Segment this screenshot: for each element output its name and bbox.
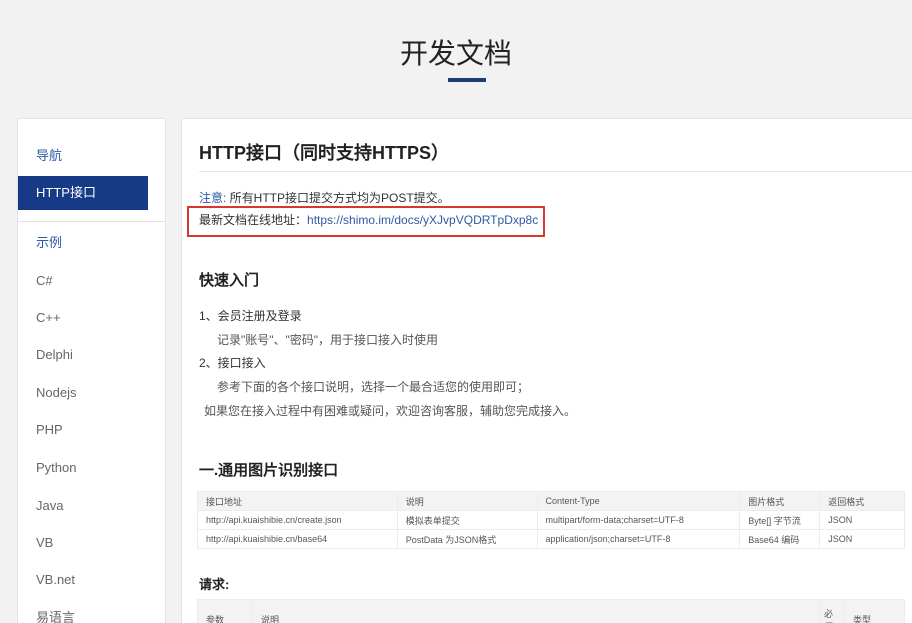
main-content: HTTP接口（同时支持HTTPS） 注意: 所有HTTP接口提交方式均为POST… (181, 118, 912, 623)
sidebar-item-delphi[interactable]: Delphi (18, 338, 165, 372)
sidebar-item-http-api[interactable]: HTTP接口 (18, 176, 148, 210)
table-cell: PostData 为JSON格式 (396, 529, 538, 549)
table-cell: JSON (819, 510, 905, 530)
step2-detail-1: 参考下面的各个接口说明，选择一个最合适您的使用即可； (217, 380, 530, 394)
step1-title: 1、会员注册及登录 (199, 309, 302, 323)
table-header: 说明 (396, 491, 538, 511)
table-cell: Byte[] 字节流 (739, 510, 821, 530)
step1-detail: 记录"账号"、"密码"，用于接口接入时使用 (217, 333, 439, 347)
request-heading: 请求: (199, 577, 230, 592)
quickstart-heading: 快速入门 (199, 272, 260, 289)
title-underline (448, 78, 486, 82)
step2-title: 2、接口接入 (199, 356, 266, 370)
table-header: 参数 (197, 599, 253, 623)
notice-text: 所有HTTP接口提交方式均为POST提交。 (226, 191, 450, 205)
notice: 注意: 所有HTTP接口提交方式均为POST提交。 (199, 189, 450, 206)
table-cell: http://api.kuaishibie.cn/base64 (197, 529, 398, 549)
sidebar-item-cpp[interactable]: C++ (18, 301, 165, 335)
sidebar: 导航 HTTP接口 示例 C# C++ Delphi Nodejs PHP Py… (17, 118, 166, 623)
sidebar-item-vb[interactable]: VB (18, 526, 165, 560)
table-row: http://api.kuaishibie.cn/base64 PostData… (197, 529, 905, 549)
api-table: 接口地址 说明 Content-Type 图片格式 返回格式 http://ap… (197, 491, 905, 549)
sidebar-item-php[interactable]: PHP (18, 413, 165, 447)
sidebar-item-examples[interactable]: 示例 (18, 226, 165, 260)
table-header-row: 接口地址 说明 Content-Type 图片格式 返回格式 (197, 491, 905, 511)
notice-label: 注意: (199, 191, 227, 205)
doc-url-link[interactable]: https://shimo.im/docs/yXJvpVQDRTpDxp8c (307, 213, 538, 227)
sidebar-item-vbnet[interactable]: VB.net (18, 563, 165, 597)
table-header: 说明 (251, 599, 821, 623)
doc-title: HTTP接口（同时支持HTTPS） (199, 143, 449, 163)
page-title: 开发文档 (399, 38, 512, 69)
table-cell: multipart/form-data;charset=UTF-8 (536, 510, 741, 530)
table-header: 必须 (819, 599, 846, 623)
table-cell: 模拟表单提交 (396, 510, 538, 530)
table-header: Content-Type (536, 491, 741, 511)
title-divider (199, 171, 912, 172)
table-header: 接口地址 (197, 491, 398, 511)
step2-detail-2: 如果您在接入过程中有困难或疑问，欢迎咨询客服，辅助您完成接入。 (204, 404, 577, 418)
table-row: http://api.kuaishibie.cn/create.json 模拟表… (197, 510, 905, 530)
sidebar-item-yiyuyan[interactable]: 易语言 (18, 601, 165, 623)
doc-url-label: 最新文档在线地址： (199, 213, 308, 227)
sidebar-item-python[interactable]: Python (18, 451, 165, 485)
sidebar-item-java[interactable]: Java (18, 489, 165, 523)
table-header: 图片格式 (739, 491, 821, 511)
table-cell: JSON (819, 529, 905, 549)
table-cell: application/json;charset=UTF-8 (536, 529, 741, 549)
request-params-table: 参数 说明 必须 类型 (197, 599, 905, 623)
table-header: 类型 (844, 599, 905, 623)
sidebar-item-csharp[interactable]: C# (18, 264, 165, 298)
sidebar-item-nodejs[interactable]: Nodejs (18, 376, 165, 410)
sidebar-item-nav[interactable]: 导航 (18, 139, 165, 173)
table-header: 返回格式 (819, 491, 905, 511)
doc-url-line: 最新文档在线地址：https://shimo.im/docs/yXJvpVQDR… (199, 211, 538, 228)
section1-heading: 一.通用图片识别接口 (199, 462, 339, 479)
table-header-row: 参数 说明 必须 类型 (197, 599, 905, 623)
table-cell: http://api.kuaishibie.cn/create.json (197, 510, 398, 530)
sidebar-divider (18, 221, 165, 222)
table-cell: Base64 编码 (739, 529, 821, 549)
